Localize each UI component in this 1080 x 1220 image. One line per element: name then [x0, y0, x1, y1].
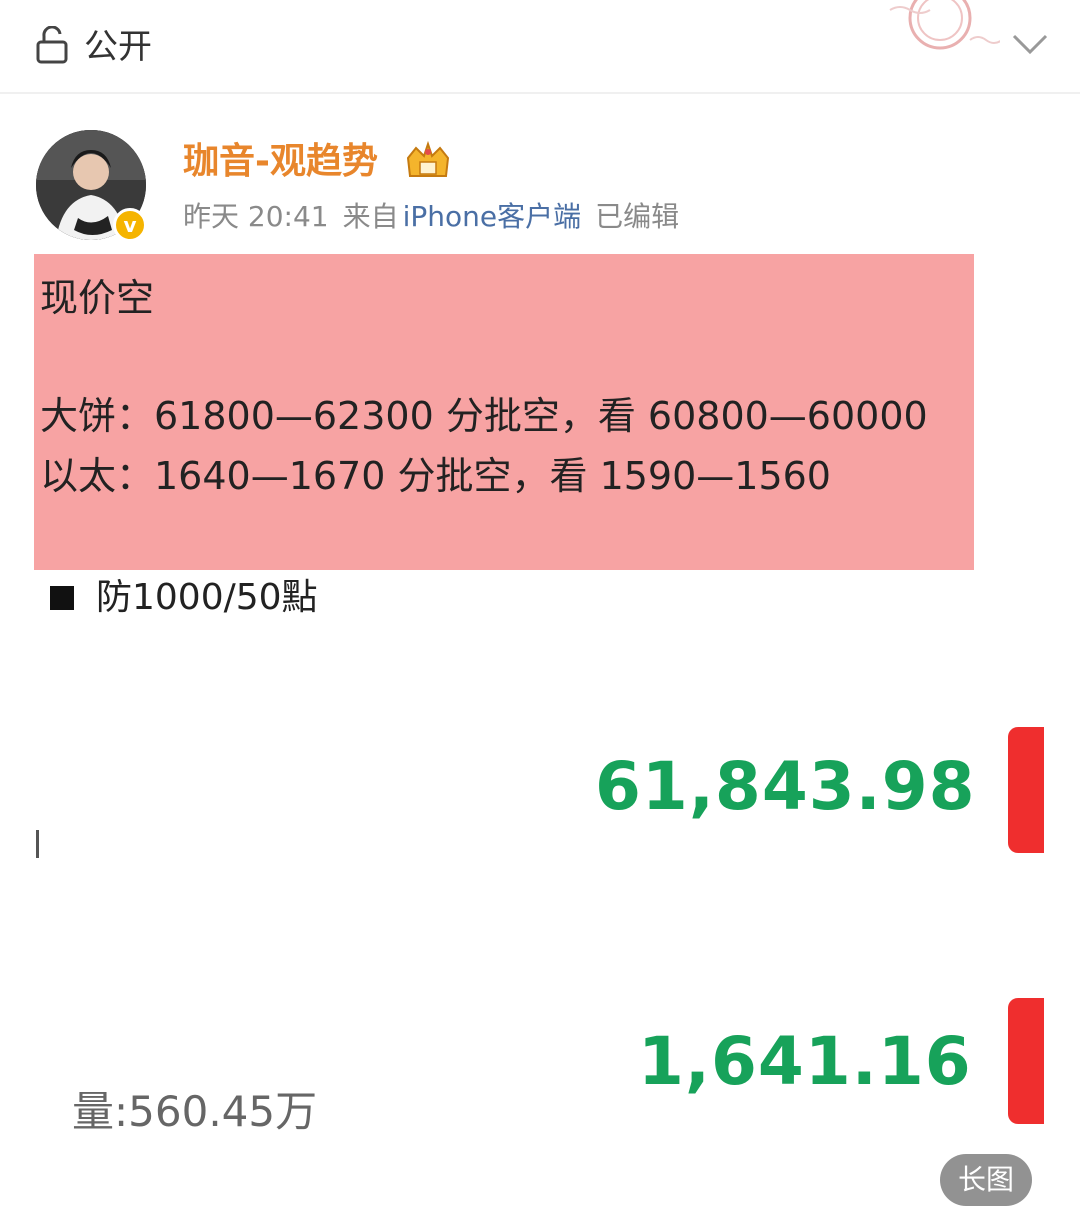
- highlight-line-2: 大饼：61800—62300 分批空，看 60800—60000: [40, 394, 928, 438]
- username[interactable]: 珈音-观趋势: [183, 140, 378, 184]
- edited-label[interactable]: 已编辑: [595, 200, 679, 233]
- source-prefix: 来自: [342, 200, 399, 233]
- top-bar: 公开: [0, 0, 1080, 94]
- defense-text: 防1000/50點: [96, 577, 318, 618]
- cropped-mark: [36, 830, 39, 858]
- stamp-icon: [889, 0, 1000, 50]
- highlight-line-3: 以太：1640—1670 分批空，看 1590—1560: [40, 454, 831, 498]
- highlight-line-1: 现价空: [40, 276, 155, 320]
- red-indicator-bar: [1008, 727, 1044, 853]
- weibo-post-screen: 公开 v 珈音-观趋势 昨天 20:41 来自 iPhone客户端 已编辑 现价空: [0, 0, 1080, 1220]
- crown-icon[interactable]: [402, 140, 454, 182]
- red-indicator-bar: [1008, 998, 1044, 1124]
- highlight-box: 现价空 大饼：61800—62300 分批空，看 60800—60000 以太：…: [34, 254, 974, 570]
- long-image-button[interactable]: 长图: [940, 1154, 1032, 1206]
- visibility-label[interactable]: 公开: [84, 26, 152, 68]
- lock-icon[interactable]: [34, 26, 70, 64]
- eth-price: 1,641.16: [638, 1023, 972, 1100]
- post-time: 昨天 20:41: [183, 200, 329, 233]
- source-link[interactable]: iPhone客户端: [403, 200, 582, 233]
- btc-price: 61,843.98: [595, 748, 976, 825]
- defense-line: 防1000/50點: [50, 574, 318, 622]
- black-square-icon: [50, 586, 74, 610]
- volume-label: 量:560.45万: [72, 1087, 318, 1136]
- chevron-down-icon[interactable]: [1010, 30, 1050, 58]
- post-meta: 昨天 20:41 来自 iPhone客户端 已编辑: [183, 198, 693, 236]
- verified-badge: v: [113, 208, 147, 242]
